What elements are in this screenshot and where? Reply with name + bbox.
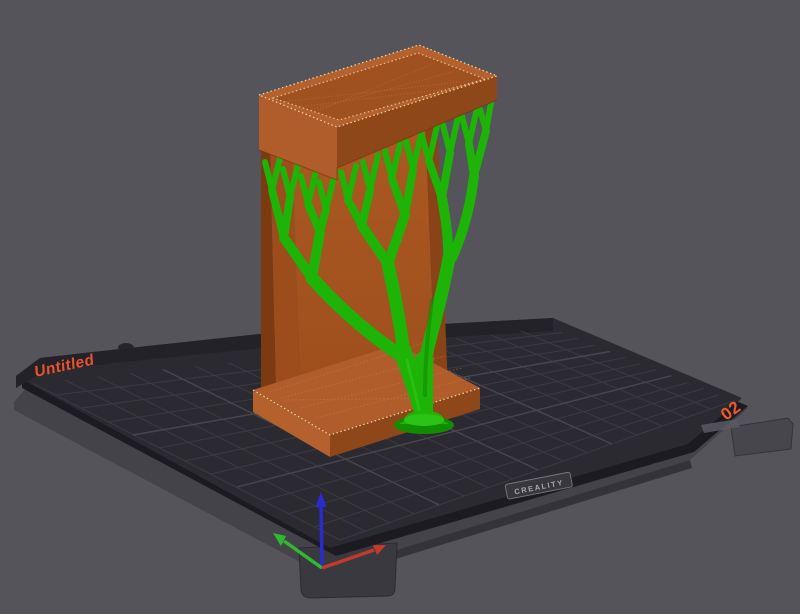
viewport-canvas[interactable]: CREALITY Untitled 02 xyxy=(0,0,800,614)
model-tree-bookend[interactable] xyxy=(252,44,499,457)
slicer-3d-viewport[interactable]: CREALITY Untitled 02 xyxy=(0,0,800,614)
